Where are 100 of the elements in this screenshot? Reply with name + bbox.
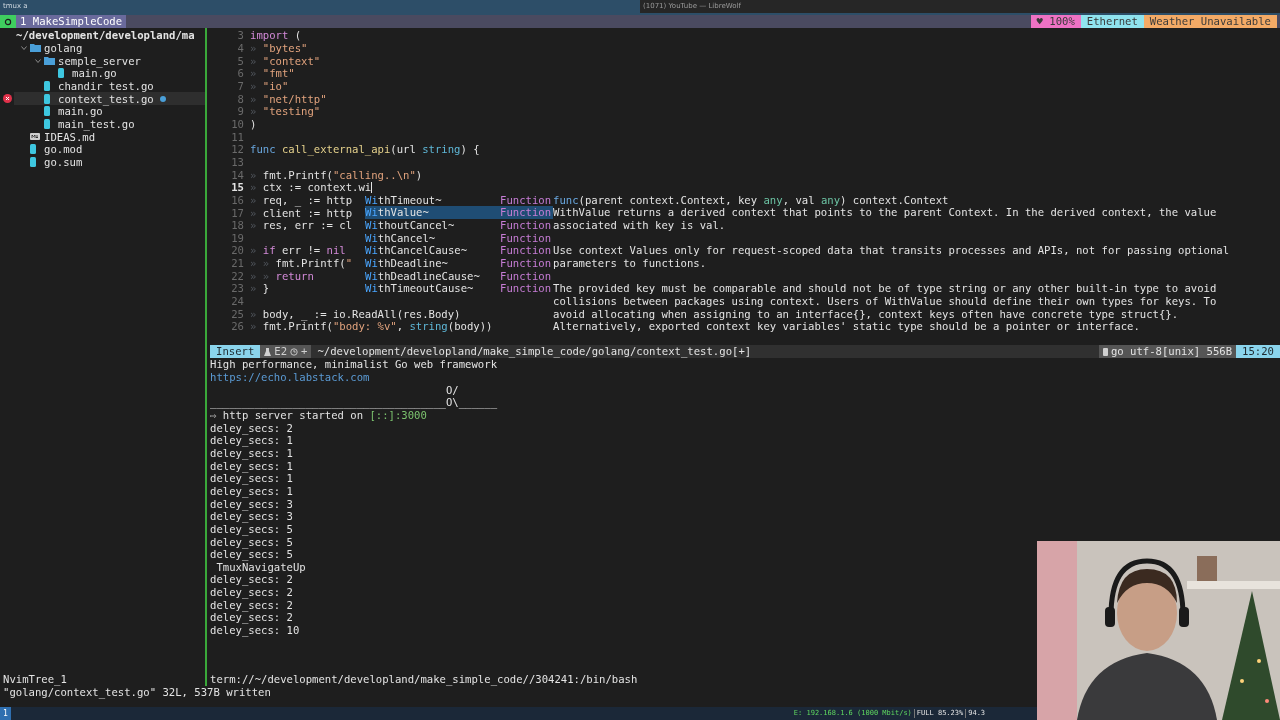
completion-item[interactable]: WithValue~ Function: [365, 206, 553, 219]
terminal-line: deley_secs: 1: [210, 459, 293, 472]
file-path: ~/development/developland/make_simple_code/golang/context_test.go[+]: [316, 345, 753, 358]
line-number: 17: [230, 206, 244, 219]
status-segment: ♥ 100%: [1030, 15, 1081, 28]
completion-item[interactable]: WithTimeoutCause~ Function: [365, 282, 553, 295]
tree-item[interactable]: go.mod: [14, 142, 205, 156]
status-segment: Weather Unavailable: [1143, 15, 1277, 28]
window-label: NvimTree_1: [3, 673, 67, 686]
item-label: chandir_test.go: [58, 79, 154, 92]
terminal-line: deley_secs: 3: [210, 497, 293, 510]
code-line: func call_external_api(url string) {: [250, 144, 480, 155]
terminal-line: deley_secs: 2: [210, 573, 293, 586]
terminal-line: deley_secs: 2: [210, 421, 293, 434]
code-line: » req, _ := http: [250, 194, 353, 205]
code-line: » "net/http": [250, 93, 327, 104]
line-number: 12: [230, 143, 244, 156]
code-line: » body, _ := io.ReadAll(res.Body): [250, 308, 461, 319]
tree-item[interactable]: semple_server: [14, 54, 205, 67]
completion-item[interactable]: WithCancelCause~ Function: [365, 244, 553, 257]
terminal-line: TmuxNavigateUp: [216, 560, 306, 573]
file-icon: [1102, 347, 1108, 356]
code-line: » "io": [250, 80, 289, 91]
window-tab[interactable]: 1 MakeSimpleCode: [16, 15, 127, 28]
terminal-line: High performance, minimalist Go web framework: [210, 358, 497, 371]
terminal-line: https://echo.labstack.com: [210, 371, 370, 383]
file-icon: [44, 93, 50, 104]
line-number: 3: [236, 29, 244, 42]
item-label: main.go: [58, 105, 103, 118]
line-number: 8: [236, 92, 244, 105]
folder-icon: [44, 56, 55, 66]
item-label: IDEAS.md: [44, 130, 96, 143]
line-number: 25: [230, 307, 244, 320]
tree-item[interactable]: main_test.go: [14, 117, 205, 131]
terminal-line: deley_secs: 10: [210, 624, 300, 637]
terminal-line: deley_secs: 5: [210, 548, 293, 561]
line-number: 10: [230, 117, 244, 130]
clock-icon: [290, 347, 299, 356]
item-label: main.go: [72, 67, 117, 80]
tree-root-path: ~/development/developland/ma: [15, 29, 196, 42]
code-line: » if err != nil: [250, 245, 346, 256]
doc-paragraph: Use context Values only for request-scoped data that transits processes and APIs, not for passing optional parameters to functions.: [553, 244, 1230, 270]
line-number: 19: [230, 231, 244, 244]
line-number: 11: [230, 130, 244, 143]
item-label: context_test.go: [58, 92, 154, 105]
item-label: go.sum: [44, 155, 83, 168]
terminal-line: deley_secs: 2: [210, 611, 293, 624]
code-line: » fmt.Printf("body: %v", string(body)): [250, 321, 493, 332]
cursor-position: 15:20: [1236, 345, 1280, 358]
doc-signature: func(parent context.Context, key any, val any) context.Context: [553, 193, 950, 207]
terminal-line: deley_secs: 2: [210, 586, 293, 599]
window-index[interactable]: 1: [0, 707, 11, 720]
tree-item[interactable]: go.sum: [14, 155, 205, 169]
line-number: 9: [236, 105, 244, 118]
line-number: 7: [236, 79, 244, 92]
line-number: 26: [230, 320, 244, 333]
code-line: » }: [250, 283, 270, 294]
code-line: » "bytes": [250, 43, 308, 53]
terminal-line: ⇨ http server started on [::]:3000: [210, 408, 427, 421]
doc-paragraph: The provided key must be comparable and should not be of type string or any other built-in type to avoid collisions between packages using context. Users of WithValue should define their own types for keys. To avoid allocating when assigning to an interface{}, context keys often have concrete type struct{}. Alternatively, exported context key variables' static type should be a pointer or interface.: [553, 282, 1218, 333]
line-number: 5: [236, 54, 244, 67]
line-number: 20: [230, 244, 244, 257]
tree-item[interactable]: context_test.go: [14, 92, 205, 105]
code-line: » ctx := context.wi: [250, 182, 372, 193]
text-cursor: [371, 182, 373, 194]
doc-paragraph: WithValue returns a derived context that points to the parent Context. In the derived context, the value associated with key is val.: [553, 206, 1218, 232]
terminal-line: deley_secs: 5: [210, 535, 293, 548]
tree-item[interactable]: chandir_test.go: [14, 79, 205, 93]
line-number: 15: [230, 181, 244, 194]
code-line: » "testing": [250, 106, 321, 117]
code-line: » fmt.Printf("calling..\n"): [250, 169, 423, 180]
terminal-line: deley_secs: 1: [210, 446, 293, 459]
item-label: semple_server: [58, 54, 141, 67]
item-label: main_test.go: [58, 117, 135, 130]
window-label: term://~/development/developland/make_simple_code//304241:/bin/bash: [210, 673, 638, 686]
terminal-line: O/: [445, 383, 459, 396]
line-number: 13: [230, 155, 244, 168]
code-line: import (: [250, 30, 302, 41]
code-line: » » fmt.Printf(": [250, 258, 353, 269]
completion-item[interactable]: WithTimeout~ Function: [365, 193, 553, 207]
item-label: go.mod: [44, 143, 83, 156]
change-count: +: [301, 345, 308, 358]
code-line: » "context": [250, 55, 321, 66]
terminal-line: deley_secs: 1: [210, 472, 293, 485]
code-line: » res, err := cl: [250, 220, 353, 231]
tree-item[interactable]: IDEAS.md: [14, 130, 205, 143]
folder-icon: [30, 43, 41, 53]
code-line: » client := http: [250, 207, 353, 218]
code-line: » "fmt": [250, 68, 295, 79]
terminal-line: deley_secs: 1: [210, 484, 293, 497]
terminal-line: deley_secs: 1: [210, 434, 293, 447]
line-number: 22: [230, 269, 244, 282]
terminal-line: deley_secs: 5: [210, 522, 293, 535]
status-segment: Ethernet: [1080, 15, 1144, 28]
item-label: golang: [44, 42, 83, 54]
tree-item[interactable]: golang: [14, 41, 205, 55]
terminal-line: _____________________________________O\______: [210, 396, 497, 409]
message-line: "golang/context_test.go" 32L, 537B written: [3, 686, 271, 699]
markdown-file-icon: [30, 133, 40, 141]
line-number: 14: [230, 168, 244, 181]
